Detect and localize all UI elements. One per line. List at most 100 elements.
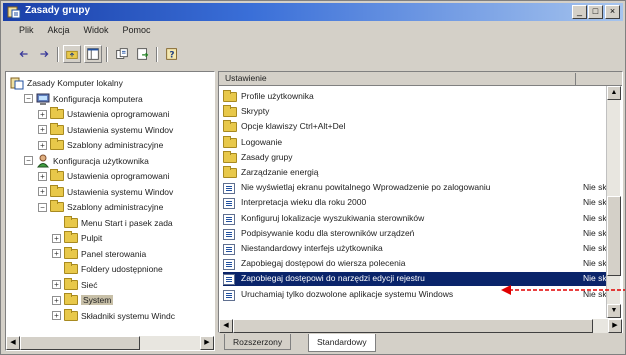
collapse-node-icon[interactable]: −: [38, 202, 47, 212]
list-item[interactable]: Podpisywanie kodu dla sterowników urządz…: [223, 227, 609, 241]
close-button[interactable]: ×: [605, 5, 620, 19]
expand-node-icon[interactable]: +: [38, 109, 47, 119]
user-icon: [37, 154, 49, 167]
list-item[interactable]: Zasady grupy: [223, 150, 609, 165]
list-item-state: Nie sk: [583, 227, 607, 238]
list-item-name: Uruchamiaj tylko dozwolone aplikacje sys…: [241, 288, 454, 299]
scroll-thumb[interactable]: [20, 336, 140, 350]
expand-node-icon[interactable]: +: [38, 125, 47, 134]
policy-root-icon: [10, 77, 24, 90]
folder-icon: [64, 277, 78, 290]
tree-node[interactable]: + Panel sterowania: [52, 246, 146, 261]
menu-action[interactable]: Akcja: [48, 25, 70, 39]
scroll-right-button[interactable]: ▶: [200, 336, 214, 350]
list-item[interactable]: Interpretacja wieku dla roku 2000 Nie sk: [223, 196, 609, 210]
tree-node[interactable]: + Pulpit: [52, 231, 102, 245]
folder-icon: [64, 308, 78, 321]
collapse-node-icon[interactable]: −: [24, 156, 33, 165]
expand-node-icon[interactable]: +: [52, 311, 61, 320]
column-divider[interactable]: [575, 73, 576, 85]
tree-node[interactable]: + Sieć: [52, 277, 98, 292]
policy-icon: [223, 228, 235, 240]
tab-standard[interactable]: Standardowy: [308, 334, 376, 352]
svg-text:?: ?: [169, 51, 174, 61]
menu-view[interactable]: Widok: [84, 25, 109, 39]
menu-help[interactable]: Pomoc: [123, 25, 151, 39]
scroll-thumb[interactable]: [607, 196, 621, 276]
tree-node[interactable]: + System: [52, 293, 114, 307]
maximize-button[interactable]: □: [588, 5, 603, 19]
tree-node[interactable]: + Ustawienia systemu Windov: [38, 184, 173, 199]
list-item[interactable]: Nie wyświetlaj ekranu powitalnego Wprowa…: [223, 181, 609, 195]
list-item-name: Podpisywanie kodu dla sterowników urządz…: [241, 227, 415, 238]
list-item[interactable]: Logowanie: [223, 135, 609, 150]
tree-node[interactable]: + Szablony administracyjne: [38, 138, 163, 152]
list-item[interactable]: Niestandardowy interfejs użytkownika Nie …: [223, 242, 609, 256]
scroll-left-button[interactable]: ◀: [6, 336, 20, 350]
list-item[interactable]: Profile użytkownika: [223, 90, 609, 104]
back-arrow-icon[interactable]: [15, 45, 33, 63]
up-folder-icon[interactable]: [63, 45, 81, 63]
tree-node[interactable]: − Konfiguracja użytkownika: [24, 154, 149, 168]
list-item-name: Opcje klawiszy Ctrl+Alt+Del: [241, 121, 346, 132]
list-item-name: Zapobiegaj dostępowi do narzędzi edycji …: [241, 273, 425, 284]
forward-arrow-icon[interactable]: [35, 45, 53, 63]
console-tree[interactable]: ◀ ▶ Zasady Komputer lokalny − Konfiguracja…: [5, 71, 215, 351]
computer-icon: [36, 93, 50, 105]
minimize-button[interactable]: _: [572, 5, 587, 19]
expand-node-icon[interactable]: +: [52, 249, 61, 258]
policy-icon: [223, 198, 235, 210]
list-item[interactable]: Zapobiegaj dostępowi do wiersza poleceni…: [223, 257, 609, 271]
scroll-thumb[interactable]: [233, 319, 593, 333]
tree-node[interactable]: + Składniki systemu Windc: [52, 308, 175, 323]
expand-node-icon[interactable]: +: [52, 295, 61, 305]
tree-node[interactable]: Menu Start i pasek zada: [52, 215, 173, 230]
export-list-icon[interactable]: [134, 45, 152, 63]
column-header-setting[interactable]: Ustawienie: [225, 73, 267, 83]
list-item[interactable]: Zarządzanie energią: [223, 166, 609, 180]
help-icon[interactable]: ?: [163, 45, 181, 63]
policy-icon: [223, 259, 235, 271]
folder-icon: [50, 122, 64, 135]
tree-node[interactable]: Zasady Komputer lokalny: [10, 76, 123, 90]
folder-icon: [223, 166, 237, 178]
list-item[interactable]: Skrypty: [223, 105, 609, 119]
folder-icon: [50, 184, 64, 197]
scroll-left-button[interactable]: ◀: [219, 319, 233, 333]
tree-node[interactable]: − Konfiguracja komputera: [24, 92, 143, 106]
properties-icon[interactable]: [113, 45, 131, 63]
show-hide-tree-icon[interactable]: [84, 45, 102, 63]
scroll-up-button[interactable]: ▲: [607, 86, 621, 100]
list-item[interactable]: Opcje klawiszy Ctrl+Alt+Del: [223, 120, 609, 134]
folder-icon: [223, 135, 237, 148]
folder-icon: [50, 200, 64, 212]
tab-extended[interactable]: Rozszerzony: [224, 334, 292, 350]
collapse-node-icon[interactable]: −: [24, 94, 33, 103]
folder-icon: [50, 169, 64, 181]
scroll-right-button[interactable]: ▶: [608, 319, 622, 333]
tree-node[interactable]: + Ustawienia systemu Windov: [38, 122, 173, 137]
expand-node-icon[interactable]: +: [38, 140, 47, 150]
list-item-name: Interpretacja wieku dla roku 2000: [241, 197, 367, 208]
expand-node-icon[interactable]: +: [38, 187, 47, 196]
tree-node[interactable]: + Ustawienia oprogramowani: [38, 107, 170, 121]
menu-file[interactable]: Plik: [19, 25, 34, 39]
list-item-name: Skrypty: [241, 106, 270, 117]
scroll-down-button[interactable]: ▼: [607, 304, 621, 318]
expand-node-icon[interactable]: +: [52, 233, 61, 243]
tree-node-label: Pulpit: [81, 233, 103, 243]
title-bar[interactable]: Zasady grupy _ □ ×: [3, 3, 623, 21]
tree-horizontal-scrollbar[interactable]: ◀ ▶: [6, 336, 214, 350]
tree-node-label: Szablony administracyjne: [67, 140, 164, 150]
list-item[interactable]: Konfiguruj lokalizacje wyszukiwania ster…: [223, 212, 609, 226]
folder-icon: [50, 107, 64, 119]
expand-node-icon[interactable]: +: [38, 171, 47, 181]
tree-node[interactable]: Foldery udostępnione: [52, 262, 163, 276]
tree-node[interactable]: + Ustawienia oprogramowani: [38, 169, 170, 183]
expand-node-icon[interactable]: +: [52, 280, 61, 289]
folder-icon: [64, 262, 78, 274]
list-horizontal-scrollbar[interactable]: ◀ ▶: [219, 319, 622, 333]
list-item-state: Nie sk: [583, 197, 607, 208]
tree-node[interactable]: − Szablony administracyjne: [38, 200, 163, 214]
list-item-state: Nie sk: [583, 212, 607, 223]
